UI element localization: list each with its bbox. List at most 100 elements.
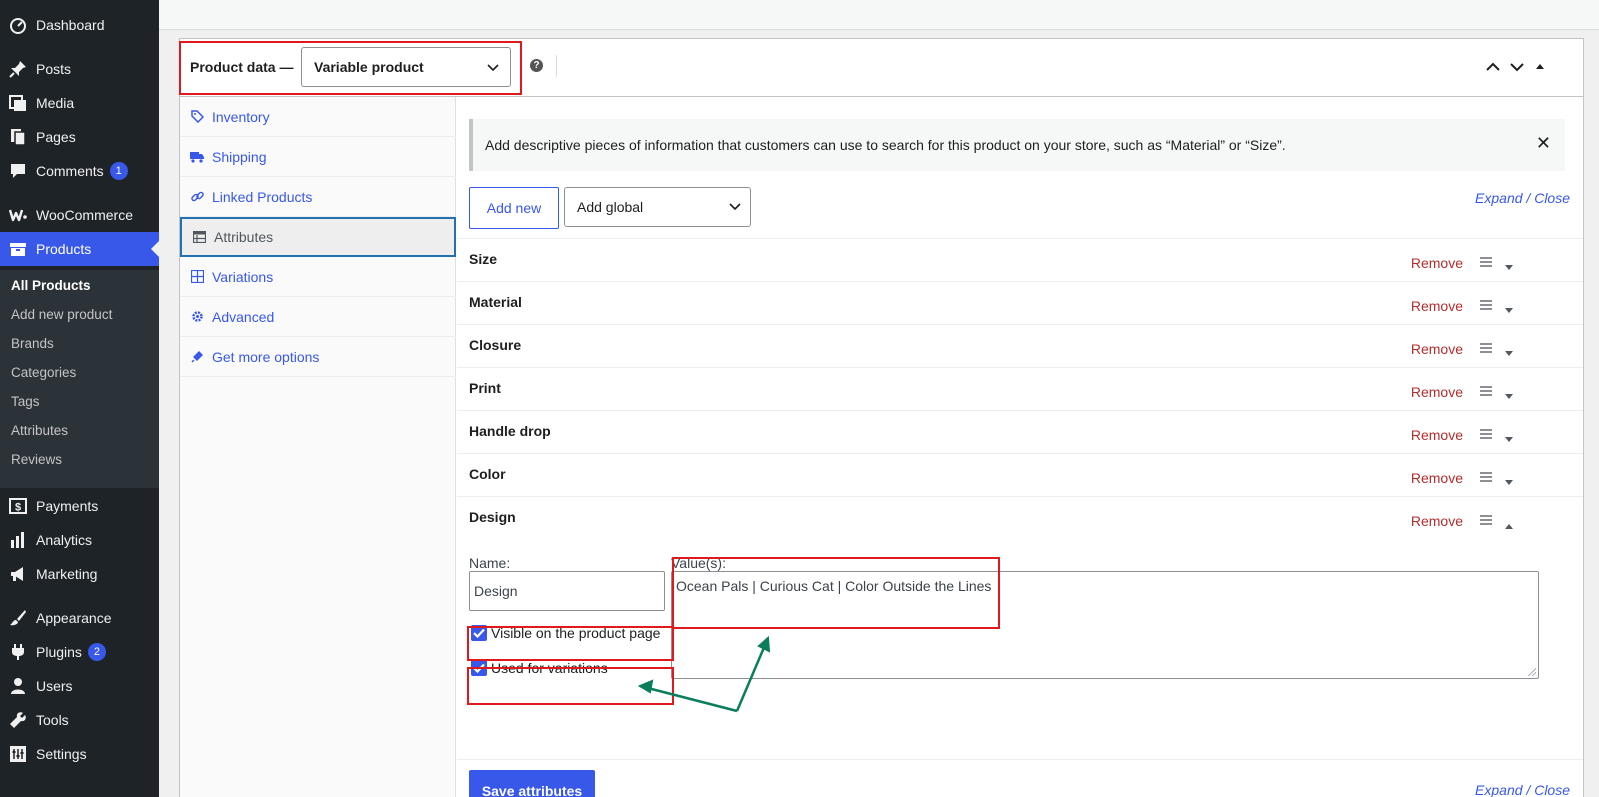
highlight-variations-checkbox bbox=[467, 667, 674, 705]
attribute-row-closure[interactable]: Closure Remove bbox=[457, 324, 1583, 367]
menu-label: Marketing bbox=[36, 566, 98, 582]
submenu-reviews[interactable]: Reviews bbox=[11, 452, 62, 467]
menu-payments[interactable]: $ Payments bbox=[0, 489, 159, 523]
tab-variations[interactable]: Variations bbox=[180, 257, 456, 297]
menu-appearance[interactable]: Appearance bbox=[0, 601, 159, 635]
footer-divider bbox=[457, 759, 1583, 760]
expand-link[interactable]: Expand bbox=[1475, 190, 1522, 206]
caret-down-icon[interactable] bbox=[1504, 474, 1514, 490]
drag-handle-icon[interactable] bbox=[1480, 429, 1492, 439]
drag-handle-icon[interactable] bbox=[1480, 386, 1492, 396]
tab-get-more-options[interactable]: Get more options bbox=[180, 337, 456, 377]
caret-down-icon[interactable] bbox=[1504, 345, 1514, 361]
menu-woocommerce[interactable]: WooCommerce bbox=[0, 198, 159, 232]
attribute-row-print[interactable]: Print Remove bbox=[457, 367, 1583, 410]
header-separator bbox=[556, 55, 557, 77]
remove-attribute-link[interactable]: Remove bbox=[1411, 384, 1463, 400]
remove-attribute-link[interactable]: Remove bbox=[1411, 427, 1463, 443]
move-up-icon[interactable] bbox=[1483, 57, 1503, 77]
attribute-row-handle-drop[interactable]: Handle drop Remove bbox=[457, 410, 1583, 453]
collapse-panel-icon[interactable] bbox=[1530, 57, 1550, 77]
menu-comments[interactable]: Comments 1 bbox=[0, 154, 159, 188]
menu-products[interactable]: Products bbox=[0, 232, 159, 266]
attribute-row-material[interactable]: Material Remove bbox=[457, 281, 1583, 324]
caret-up-icon[interactable] bbox=[1504, 517, 1514, 533]
user-icon bbox=[8, 676, 28, 696]
expand-close-separator: / bbox=[1526, 190, 1531, 206]
caret-down-icon[interactable] bbox=[1504, 259, 1514, 275]
help-icon[interactable]: ? bbox=[530, 59, 543, 72]
menu-plugins[interactable]: Plugins 2 bbox=[0, 635, 159, 669]
tab-advanced[interactable]: Advanced bbox=[180, 297, 456, 337]
attribute-name: Print bbox=[469, 380, 501, 396]
remove-attribute-link[interactable]: Remove bbox=[1411, 341, 1463, 357]
menu-users[interactable]: Users bbox=[0, 669, 159, 703]
attribute-row-color[interactable]: Color Remove bbox=[457, 453, 1583, 496]
submenu-attributes[interactable]: Attributes bbox=[11, 423, 68, 438]
tag-icon bbox=[190, 110, 204, 124]
tab-linked-products[interactable]: Linked Products bbox=[180, 177, 456, 217]
drag-handle-icon[interactable] bbox=[1480, 300, 1492, 310]
menu-label: Appearance bbox=[36, 610, 112, 626]
notice-text: Add descriptive pieces of information th… bbox=[485, 137, 1286, 153]
menu-dashboard[interactable]: Dashboard bbox=[0, 8, 159, 42]
comment-icon bbox=[8, 161, 28, 181]
menu-media[interactable]: Media bbox=[0, 86, 159, 120]
caret-down-icon[interactable] bbox=[1504, 302, 1514, 318]
remove-attribute-link[interactable]: Remove bbox=[1411, 470, 1463, 486]
info-notice: Add descriptive pieces of information th… bbox=[469, 119, 1565, 171]
table-icon bbox=[192, 230, 206, 244]
tab-label: Linked Products bbox=[212, 188, 313, 205]
close-link[interactable]: Close bbox=[1534, 782, 1570, 797]
close-link[interactable]: Close bbox=[1534, 190, 1570, 206]
menu-label: Plugins bbox=[36, 644, 82, 660]
submenu-tags[interactable]: Tags bbox=[11, 394, 40, 409]
expand-close-links-bottom: Expand / Close bbox=[1475, 782, 1570, 797]
tab-label: Attributes bbox=[214, 229, 274, 245]
admin-sidebar: Dashboard Posts Media Pages Comments 1 W… bbox=[0, 0, 159, 797]
caret-down-icon[interactable] bbox=[1504, 431, 1514, 447]
tab-label: Get more options bbox=[212, 348, 320, 365]
drag-handle-icon[interactable] bbox=[1480, 472, 1492, 482]
drag-handle-icon[interactable] bbox=[1480, 515, 1492, 525]
menu-tools[interactable]: Tools bbox=[0, 703, 159, 737]
add-new-attribute-button[interactable]: Add new bbox=[469, 187, 559, 229]
remove-attribute-link[interactable]: Remove bbox=[1411, 255, 1463, 271]
tab-shipping[interactable]: Shipping bbox=[180, 137, 456, 177]
attribute-name-input[interactable] bbox=[469, 571, 665, 611]
expand-close-separator: / bbox=[1526, 782, 1531, 797]
attribute-name: Design bbox=[469, 509, 516, 525]
close-icon[interactable]: ✕ bbox=[1536, 133, 1551, 154]
menu-pages[interactable]: Pages bbox=[0, 120, 159, 154]
plugins-count-badge: 2 bbox=[87, 643, 106, 661]
remove-attribute-link[interactable]: Remove bbox=[1411, 513, 1463, 529]
add-global-value: Add global bbox=[577, 199, 644, 215]
menu-analytics[interactable]: Analytics bbox=[0, 523, 159, 557]
attribute-row-size[interactable]: Size Remove bbox=[457, 238, 1583, 281]
submenu-add-new-product[interactable]: Add new product bbox=[11, 307, 112, 322]
menu-marketing[interactable]: Marketing bbox=[0, 557, 159, 591]
caret-down-icon[interactable] bbox=[1504, 388, 1514, 404]
move-down-icon[interactable] bbox=[1507, 57, 1527, 77]
expand-link[interactable]: Expand bbox=[1475, 782, 1522, 797]
attribute-row-design[interactable]: Design Remove bbox=[457, 496, 1583, 539]
menu-label: Analytics bbox=[36, 532, 93, 548]
save-attributes-button[interactable]: Save attributes bbox=[469, 770, 595, 797]
remove-attribute-link[interactable]: Remove bbox=[1411, 298, 1463, 314]
tab-inventory[interactable]: Inventory bbox=[180, 97, 456, 137]
tab-label: Advanced bbox=[212, 308, 275, 325]
submenu-categories[interactable]: Categories bbox=[11, 365, 76, 380]
pin-icon bbox=[8, 59, 28, 79]
submenu-all-products[interactable]: All Products bbox=[11, 278, 91, 293]
tab-label: Shipping bbox=[212, 148, 267, 165]
submenu-brands[interactable]: Brands bbox=[11, 336, 54, 351]
drag-handle-icon[interactable] bbox=[1480, 257, 1492, 267]
tab-attributes[interactable]: Attributes bbox=[180, 217, 456, 257]
dollar-icon: $ bbox=[8, 496, 28, 516]
attribute-name: Size bbox=[469, 251, 498, 267]
menu-posts[interactable]: Posts bbox=[0, 52, 159, 86]
drag-handle-icon[interactable] bbox=[1480, 343, 1492, 353]
menu-settings[interactable]: Settings bbox=[0, 737, 159, 771]
add-global-attribute-select[interactable]: Add global bbox=[564, 187, 751, 227]
resize-grip-icon[interactable] bbox=[1528, 668, 1536, 676]
